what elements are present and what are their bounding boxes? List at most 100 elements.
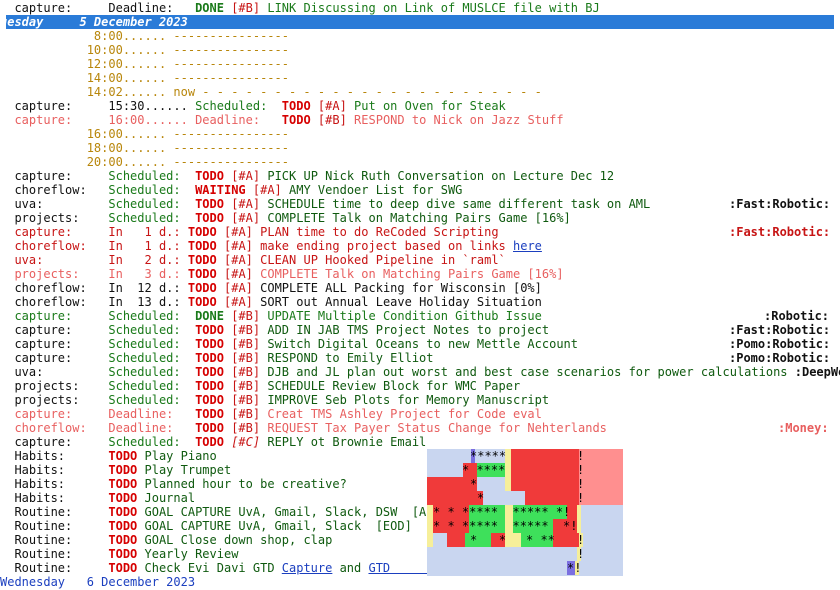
item-text: COMPLETE ALL Packing for Wisconsin [0%] xyxy=(260,281,542,295)
item-tags: :Fast:Robotic: xyxy=(729,323,831,337)
todo-keyword: TODO xyxy=(195,351,224,365)
todo-keyword: TODO xyxy=(187,239,217,253)
agenda-item[interactable]: 12:00...... ---------------- xyxy=(0,57,840,71)
agenda-item[interactable]: uva: Scheduled: TODO [#B] DJB and JL pla… xyxy=(0,365,840,379)
item-text: RESPOND to Nick on Jazz Stuff xyxy=(354,113,564,127)
item-text: In 1 d.: xyxy=(108,239,188,253)
item-text: [#A] xyxy=(223,197,268,211)
item-text: [#B] xyxy=(223,393,268,407)
habit-marks: ! xyxy=(577,477,585,491)
item-text: Routine: xyxy=(0,547,109,561)
habit-marks: *! xyxy=(567,561,582,575)
item-text: REPLY ot Brownie Email xyxy=(267,435,427,449)
item-text: [#B] xyxy=(223,309,268,323)
item-text: ADD IN JAB TMS Project Notes to project xyxy=(267,323,550,337)
link[interactable]: here xyxy=(513,239,542,253)
item-text: Scheduled: xyxy=(108,309,196,323)
agenda-item[interactable]: 18:00...... ---------------- xyxy=(0,141,840,155)
agenda-item[interactable]: projects: In 3 d.: TODO [#A] COMPLETE Ta… xyxy=(0,267,840,281)
item-text: AMY Vendoer List for SWG xyxy=(289,183,463,197)
habit-marks: ! xyxy=(577,533,585,547)
agenda-item[interactable]: capture: In 1 d.: TODO [#A] PLAN time to… xyxy=(0,225,840,239)
agenda-item[interactable]: Habits: TODO Planned hour to be creative… xyxy=(0,477,840,491)
item-text: PICK UP Nick Ruth Conversation on Lectur… xyxy=(267,169,615,183)
agenda-item[interactable]: 20:00...... ---------------- xyxy=(0,155,840,169)
agenda-item[interactable]: 16:00...... ---------------- xyxy=(0,127,840,141)
habit-cell xyxy=(553,533,579,547)
agenda-item[interactable]: 10:00...... ---------------- xyxy=(0,43,840,57)
item-text: [#B] xyxy=(310,113,355,127)
agenda-item[interactable]: projects: Scheduled: TODO [#B] SCHEDULE … xyxy=(0,379,840,393)
item-text: Scheduled: xyxy=(195,99,282,113)
item-text: Scheduled: xyxy=(108,169,196,183)
agenda-item[interactable]: choreflow: In 12 d.: TODO [#A] COMPLETE … xyxy=(0,281,840,295)
agenda-item[interactable]: projects: Scheduled: TODO [#B] IMPROVE S… xyxy=(0,393,840,407)
agenda-item[interactable]: 14:00...... ---------------- xyxy=(0,71,840,85)
habit-cell xyxy=(427,477,463,491)
agenda-item[interactable]: capture: Deadline: DONE [#B] LINK Discus… xyxy=(0,1,840,15)
item-text: In 2 d.: xyxy=(108,253,188,267)
item-text: LINK Discussing on Link of MUSLCE file w… xyxy=(267,1,600,15)
item-text: capture: xyxy=(0,407,109,421)
agenda-item[interactable]: capture: Scheduled: DONE [#B] UPDATE Mul… xyxy=(0,309,840,323)
agenda-item[interactable]: Habits: TODO Journal xyxy=(0,491,840,505)
agenda-item[interactable]: Habits: TODO Play Piano xyxy=(0,449,840,463)
item-text: [#A] xyxy=(216,253,261,267)
habit-marks: * * ***** ***** *! xyxy=(433,519,578,533)
item-text: Check Evi Davi GTD xyxy=(137,561,282,575)
agenda-item[interactable]: choreflow: Deadline: TODO [#B] REQUEST T… xyxy=(0,421,840,435)
item-text: [#B] xyxy=(223,323,268,337)
link[interactable]: Capture xyxy=(282,561,333,575)
todo-keyword: DONE xyxy=(195,309,224,323)
agenda-item[interactable]: 8:00...... ---------------- xyxy=(0,29,840,43)
todo-keyword: TODO xyxy=(187,267,217,281)
agenda-item[interactable]: 14:02...... now - - - - - - - - - - - - … xyxy=(0,85,840,99)
agenda-item[interactable]: choreflow: In 13 d.: TODO [#A] SORT out … xyxy=(0,295,840,309)
item-text: capture: xyxy=(0,1,109,15)
todo-keyword: WAITING xyxy=(195,183,246,197)
item-text: ---------------- xyxy=(173,29,289,43)
link[interactable]: GTD xyxy=(368,561,433,575)
todo-keyword: TODO xyxy=(195,407,224,421)
agenda-item[interactable]: projects: Scheduled: TODO [#A] COMPLETE … xyxy=(0,211,840,225)
habit-cell xyxy=(427,463,463,477)
agenda-item[interactable]: uva: Scheduled: TODO [#A] SCHEDULE time … xyxy=(0,197,840,211)
habit-marks: * ** xyxy=(526,533,555,547)
item-text: :DeepWork xyxy=(794,365,840,379)
agenda-item[interactable]: capture: Scheduled: TODO [#B] Switch Dig… xyxy=(0,337,840,351)
item-text: projects: xyxy=(0,393,109,407)
item-text: choreflow: xyxy=(0,183,109,197)
habit-cell xyxy=(433,533,447,547)
agenda-item[interactable]: capture: Scheduled: TODO [#C] REPLY ot B… xyxy=(0,435,840,449)
item-text: [#A] xyxy=(216,295,261,309)
agenda-item[interactable]: capture: Scheduled: TODO [#B] RESPOND to… xyxy=(0,351,840,365)
agenda-item[interactable]: choreflow: In 1 d.: TODO [#A] make endin… xyxy=(0,239,840,253)
todo-keyword: TODO xyxy=(108,449,138,463)
agenda-item[interactable]: capture: Scheduled: TODO [#B] ADD IN JAB… xyxy=(0,323,840,337)
item-text: Deadline: xyxy=(108,421,196,435)
item-text: projects: xyxy=(0,267,109,281)
agenda-item[interactable]: choreflow: Scheduled: WAITING [#A] AMY V… xyxy=(0,183,840,197)
habit-consistency-graph: *****! * ****! *! *! * * ***** ***** *! * * *… xyxy=(427,449,623,576)
habit-cell xyxy=(505,533,521,547)
agenda-item[interactable]: capture: Scheduled: TODO [#A] PICK UP Ni… xyxy=(0,169,840,183)
agenda-item[interactable]: Routine: TODO GOAL Close down shop, clap xyxy=(0,533,840,547)
agenda-item[interactable]: Routine: TODO GOAL CAPTURE UvA, Gmail, S… xyxy=(0,519,840,533)
agenda-item[interactable]: Routine: TODO Check Evi Davi GTD Capture… xyxy=(0,561,840,575)
agenda-item[interactable]: Routine: TODO Yearly Review xyxy=(0,547,840,561)
item-text: capture: xyxy=(0,323,109,337)
agenda-item[interactable]: Habits: TODO Play Trumpet xyxy=(0,463,840,477)
habit-cell xyxy=(579,491,623,505)
todo-keyword: TODO xyxy=(195,337,224,351)
agenda-item[interactable]: uva: In 2 d.: TODO [#A] CLEAN UP Hooked … xyxy=(0,253,840,267)
item-text: capture: xyxy=(0,169,109,183)
agenda-item[interactable]: capture: 15:30...... Scheduled: TODO [#A… xyxy=(0,99,840,113)
agenda-item[interactable]: Routine: TODO GOAL CAPTURE UvA, Gmail, S… xyxy=(0,505,840,519)
agenda-item[interactable]: capture: Deadline: TODO [#B] Creat TMS A… xyxy=(0,407,840,421)
item-text: Routine: xyxy=(0,561,109,575)
habit-cell xyxy=(447,533,465,547)
habit-marks: * **** xyxy=(462,463,506,477)
habit-cell xyxy=(579,561,623,575)
item-text: [#A] xyxy=(216,281,261,295)
agenda-item[interactable]: capture: 16:00...... Deadline: TODO [#B]… xyxy=(0,113,840,127)
